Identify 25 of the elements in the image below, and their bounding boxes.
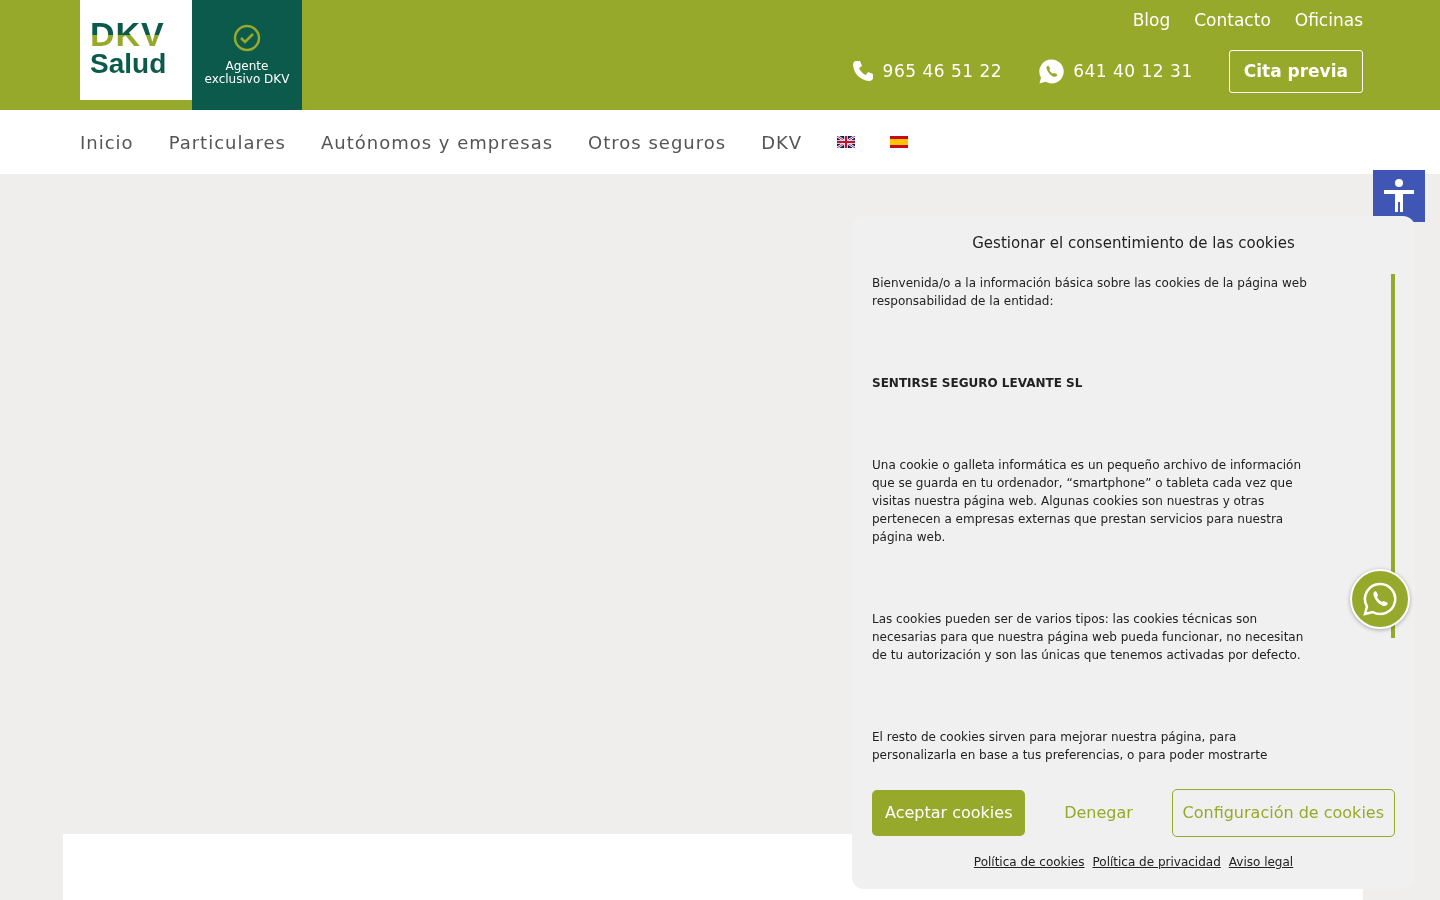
whatsapp-icon xyxy=(1362,581,1398,617)
paragraph: Las cookies pueden ser de varios tipos: las cookies técnicas son necesarias para que nuestra página web pueda funcionar, no necesitan de tu autorización y son las únicas que tenemos activadas por defecto. xyxy=(872,611,1305,664)
policy-link[interactable]: Aviso legal xyxy=(1228,853,1294,871)
accessibility-button[interactable] xyxy=(1373,170,1425,222)
paragraph: Bienvenida/o a la información básica sobre las cookies de la página web responsabilidad de la entidad: xyxy=(872,275,1307,310)
logo[interactable]: DKV Salud Agente exclusivo DKV xyxy=(80,0,302,110)
spain-flag-icon[interactable] xyxy=(890,136,909,148)
whatsapp-icon xyxy=(1038,57,1066,85)
nav-link[interactable]: Otros seguros xyxy=(588,128,727,156)
company-name: SENTIRSE SEGURO LEVANTE SL xyxy=(872,375,1084,392)
logo-badge-text: Agente exclusivo DKV xyxy=(203,60,291,86)
logo-product: Salud xyxy=(90,48,168,80)
accessibility-icon xyxy=(1382,178,1416,214)
policy-link[interactable]: Política de privacidad xyxy=(1092,853,1221,871)
nav-link[interactable]: Inicio xyxy=(80,128,134,156)
phone-icon xyxy=(850,59,875,84)
check-circle-icon xyxy=(233,24,261,52)
nav-link[interactable]: Autónomos y empresas xyxy=(320,128,554,156)
paragraph: Una cookie o galleta informática es un pequeño archivo de información que se guarda en tu ordenador, “smartphone” o tableta cada vez que visitas nuestra página web. Algunas cookies son nuestras y otras pertenecen a empresas externas que prestan servicios para nuestra página web. xyxy=(872,457,1303,546)
paragraph: El resto de cookies sirven para mejorar nuestra página, para personalizarla en base a tus preferencias, o para poder mostrarte xyxy=(872,729,1269,764)
nav-link[interactable]: DKV xyxy=(761,128,803,156)
nav-link[interactable]: Particulares xyxy=(168,128,286,156)
dialog-title: Gestionar el consentimiento de las cookies xyxy=(971,234,1296,252)
policy-link[interactable]: Política de cookies xyxy=(973,853,1085,871)
uk-flag-icon[interactable] xyxy=(837,136,856,148)
